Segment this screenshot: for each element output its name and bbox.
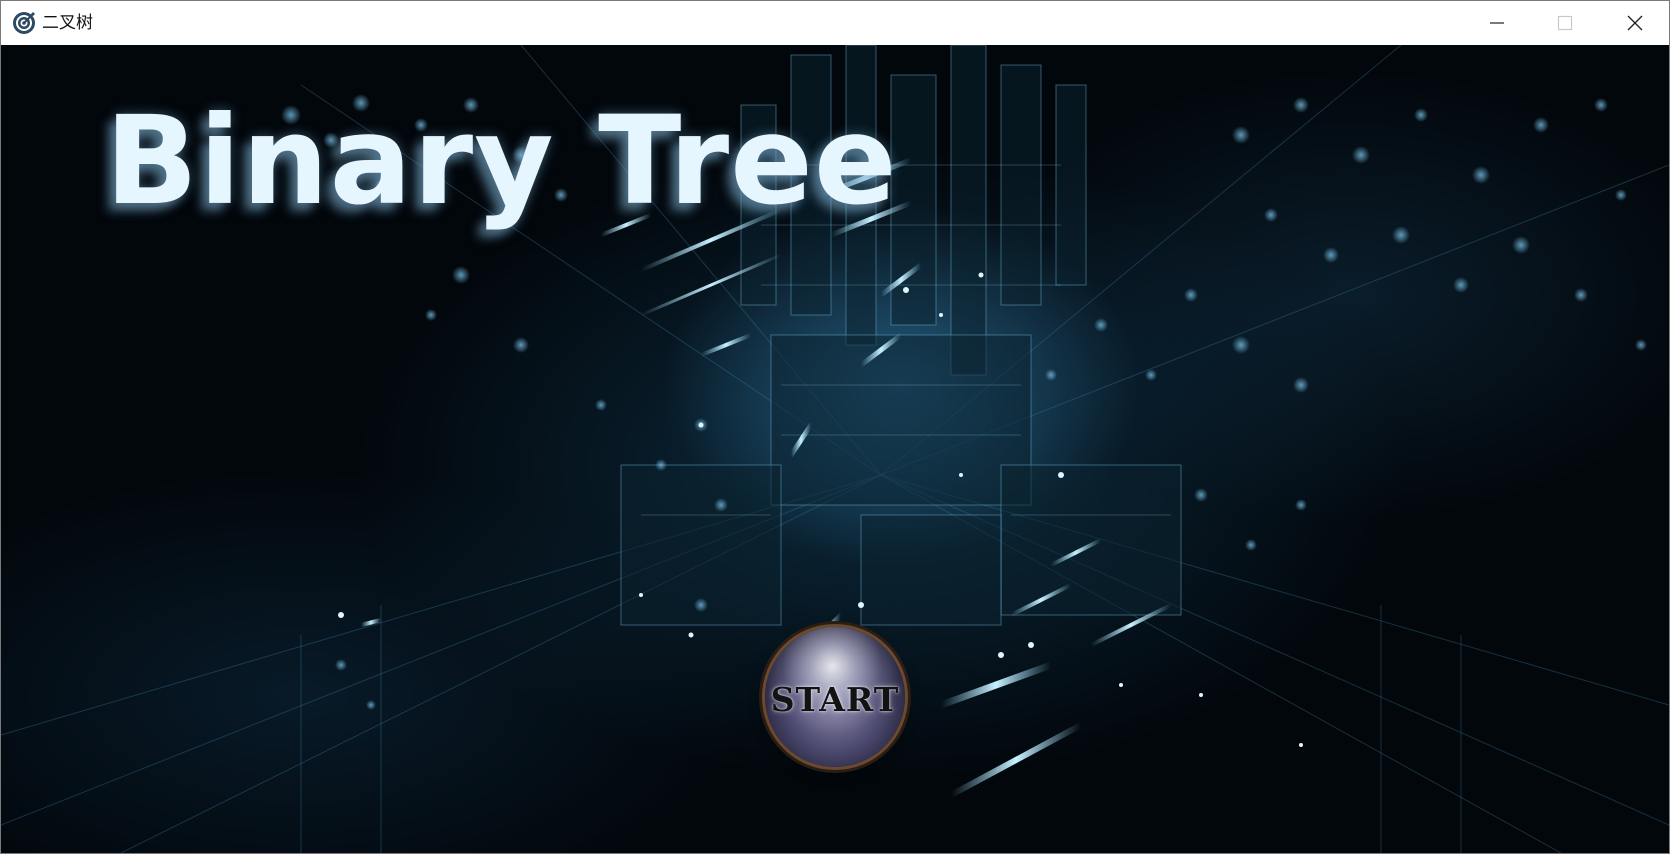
target-icon: [13, 12, 35, 34]
minimize-icon: [1490, 22, 1504, 24]
close-button[interactable]: [1601, 1, 1669, 45]
minimize-button[interactable]: [1463, 1, 1531, 45]
close-icon: [1627, 15, 1643, 31]
title-bar[interactable]: 二叉树: [1, 1, 1669, 45]
maximize-icon: [1557, 15, 1573, 31]
window-title: 二叉树: [42, 13, 93, 33]
maximize-button[interactable]: [1531, 1, 1599, 45]
app-window: 二叉树 Binary Tree START: [0, 0, 1670, 854]
start-button-label: START: [770, 679, 900, 719]
main-canvas: Binary Tree START: [1, 45, 1669, 853]
headline-title: Binary Tree: [105, 90, 898, 232]
start-button[interactable]: START: [765, 627, 905, 767]
